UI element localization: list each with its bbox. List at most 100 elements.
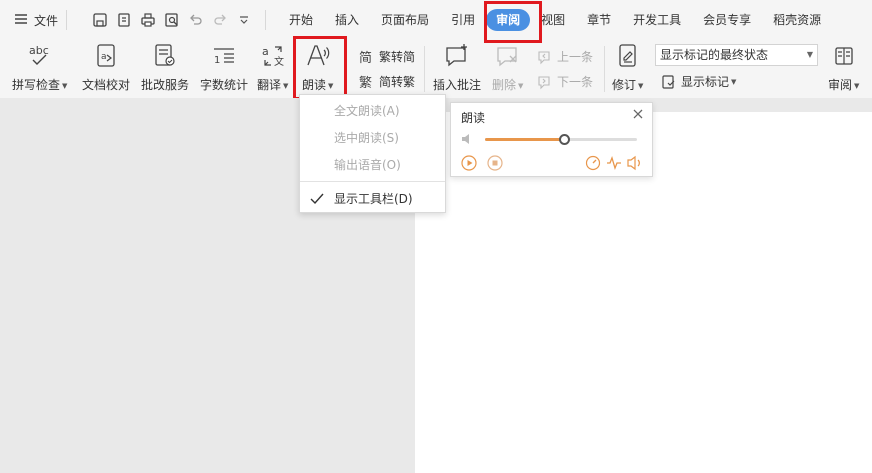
stop-icon[interactable] bbox=[487, 155, 503, 171]
print-preview-icon[interactable] bbox=[161, 9, 183, 31]
simp-to-trad-icon: 繁 bbox=[359, 74, 375, 90]
ribbon-divider bbox=[604, 46, 605, 92]
simp-to-trad-button[interactable]: 繁 简转繁 bbox=[359, 73, 415, 90]
print-icon[interactable] bbox=[137, 9, 159, 31]
chevron-down-icon: ▼ bbox=[854, 81, 860, 90]
translate-label: 翻译 bbox=[257, 78, 282, 92]
ribbon-tabs: 开始 插入 页面布局 引用 审阅 视图 章节 开发工具 会员专享 稻壳资源 bbox=[278, 9, 832, 31]
track-changes-button[interactable]: 修订 ▼ bbox=[612, 42, 643, 93]
undo-icon[interactable] bbox=[185, 9, 207, 31]
chevron-down-icon: ▼ bbox=[518, 81, 524, 90]
menu-bar: 文件 开始 插入 页面布局 引用 审阅 视图 章节 开发工具 会员专享 稻壳资源 bbox=[0, 0, 872, 40]
show-markup-icon bbox=[661, 74, 677, 90]
review-pane-button[interactable]: 审阅 ▼ bbox=[828, 42, 859, 93]
play-icon[interactable] bbox=[461, 155, 477, 171]
svg-text:1: 1 bbox=[214, 55, 220, 66]
spell-check-label: 拼写检查 bbox=[12, 78, 61, 92]
voice-settings-icon[interactable] bbox=[627, 155, 643, 171]
show-markup-label: 显示标记 bbox=[681, 75, 730, 89]
read-selection-item[interactable]: 选中朗读(S) bbox=[300, 126, 445, 150]
read-all-item[interactable]: 全文朗读(A) bbox=[300, 99, 445, 123]
quick-access-toolbar bbox=[89, 9, 257, 31]
trad-to-simp-icon: 简 bbox=[359, 49, 375, 65]
next-comment-button[interactable]: 下一条 bbox=[537, 73, 593, 90]
markup-display-value: 显示标记的最终状态 bbox=[660, 48, 769, 62]
insert-comment-button[interactable]: 插入批注 bbox=[433, 42, 481, 93]
chevron-down-icon: ▼ bbox=[62, 81, 68, 90]
track-changes-label: 修订 bbox=[612, 78, 637, 92]
trad-to-simp-label: 繁转简 bbox=[379, 50, 416, 64]
divider bbox=[265, 10, 267, 30]
volume-icon bbox=[461, 133, 475, 145]
read-aloud-toolbar-panel: 朗读 bbox=[450, 102, 653, 177]
chevron-down-icon: ▼ bbox=[731, 77, 737, 86]
svg-text:a: a bbox=[101, 52, 107, 62]
redo-icon[interactable] bbox=[209, 9, 231, 31]
doc-proof-button[interactable]: a 文档校对 bbox=[82, 42, 130, 93]
volume-slider-fill bbox=[485, 138, 565, 141]
file-menu[interactable]: 文件 bbox=[0, 0, 58, 40]
tab-docer-resources[interactable]: 稻壳资源 bbox=[762, 9, 832, 31]
volume-slider-handle[interactable] bbox=[559, 134, 571, 145]
delete-comment-icon bbox=[494, 42, 522, 70]
next-comment-icon bbox=[537, 74, 553, 90]
translate-button[interactable]: a文 翻译 ▼ bbox=[257, 42, 288, 93]
prev-comment-icon bbox=[537, 49, 553, 65]
prev-comment-label: 上一条 bbox=[557, 50, 594, 64]
tab-insert[interactable]: 插入 bbox=[324, 9, 370, 31]
ribbon-divider bbox=[424, 46, 425, 92]
checkmark-icon bbox=[309, 191, 325, 207]
highlight-box-review-tab bbox=[484, 1, 542, 43]
hamburger-icon bbox=[14, 13, 28, 28]
show-markup-button[interactable]: 显示标记 ▼ bbox=[661, 73, 736, 90]
tab-home[interactable]: 开始 bbox=[278, 9, 324, 31]
export-pdf-icon[interactable] bbox=[113, 9, 135, 31]
highlight-box-read-aloud bbox=[293, 36, 347, 100]
tab-references[interactable]: 引用 bbox=[440, 9, 486, 31]
insert-comment-label: 插入批注 bbox=[433, 78, 482, 92]
tab-member[interactable]: 会员专享 bbox=[692, 9, 762, 31]
markup-display-select[interactable]: 显示标记的最终状态 ▼ bbox=[655, 44, 818, 66]
review-service-label: 批改服务 bbox=[141, 78, 190, 92]
wps-writer-window: 文件 开始 插入 页面布局 引用 审阅 视图 章节 开发工具 会员专享 稻壳资源… bbox=[0, 0, 872, 473]
tab-section[interactable]: 章节 bbox=[576, 9, 622, 31]
review-service-button[interactable]: 批改服务 bbox=[141, 42, 189, 93]
tab-developer[interactable]: 开发工具 bbox=[622, 9, 692, 31]
prev-comment-button[interactable]: 上一条 bbox=[537, 48, 593, 65]
svg-text:繁: 繁 bbox=[359, 75, 372, 90]
simp-to-trad-label: 简转繁 bbox=[379, 75, 416, 89]
volume-slider[interactable] bbox=[485, 134, 637, 145]
chevron-down-icon: ▼ bbox=[283, 81, 289, 90]
review-pane-label: 审阅 bbox=[828, 78, 853, 92]
show-toolbar-item[interactable]: 显示工具栏(D) bbox=[300, 187, 445, 211]
next-comment-label: 下一条 bbox=[557, 75, 594, 89]
review-pane-icon bbox=[830, 42, 858, 70]
file-menu-label: 文件 bbox=[34, 13, 59, 28]
spell-check-button[interactable]: abc 拼写检查 ▼ bbox=[12, 42, 67, 93]
chevron-down-icon: ▼ bbox=[638, 81, 644, 90]
delete-comment-button[interactable]: 删除 ▼ bbox=[492, 42, 523, 93]
export-audio-item[interactable]: 输出语音(O) bbox=[300, 153, 445, 177]
trad-to-simp-button[interactable]: 简 繁转简 bbox=[359, 48, 415, 65]
svg-text:a: a bbox=[262, 45, 269, 58]
spell-check-icon: abc bbox=[26, 42, 54, 70]
word-count-icon: 1 bbox=[210, 42, 238, 70]
translate-icon: a文 bbox=[259, 42, 287, 70]
tab-page-layout[interactable]: 页面布局 bbox=[370, 9, 440, 31]
svg-text:简: 简 bbox=[359, 50, 372, 65]
chevron-down-icon: ▼ bbox=[806, 50, 813, 59]
voice-wave-icon[interactable] bbox=[606, 155, 622, 171]
track-changes-icon bbox=[614, 42, 642, 70]
customize-toolbar-icon[interactable] bbox=[233, 9, 255, 31]
divider bbox=[66, 10, 68, 30]
save-icon[interactable] bbox=[89, 9, 111, 31]
speed-icon[interactable] bbox=[585, 155, 601, 171]
show-toolbar-label: 显示工具栏(D) bbox=[334, 192, 413, 206]
delete-comment-label: 删除 bbox=[492, 78, 517, 92]
insert-comment-icon bbox=[443, 42, 471, 70]
word-count-button[interactable]: 1 字数统计 bbox=[200, 42, 248, 93]
close-icon[interactable] bbox=[632, 108, 644, 120]
word-count-label: 字数统计 bbox=[200, 78, 249, 92]
svg-text:文: 文 bbox=[274, 55, 284, 68]
panel-title: 朗读 bbox=[461, 111, 486, 125]
